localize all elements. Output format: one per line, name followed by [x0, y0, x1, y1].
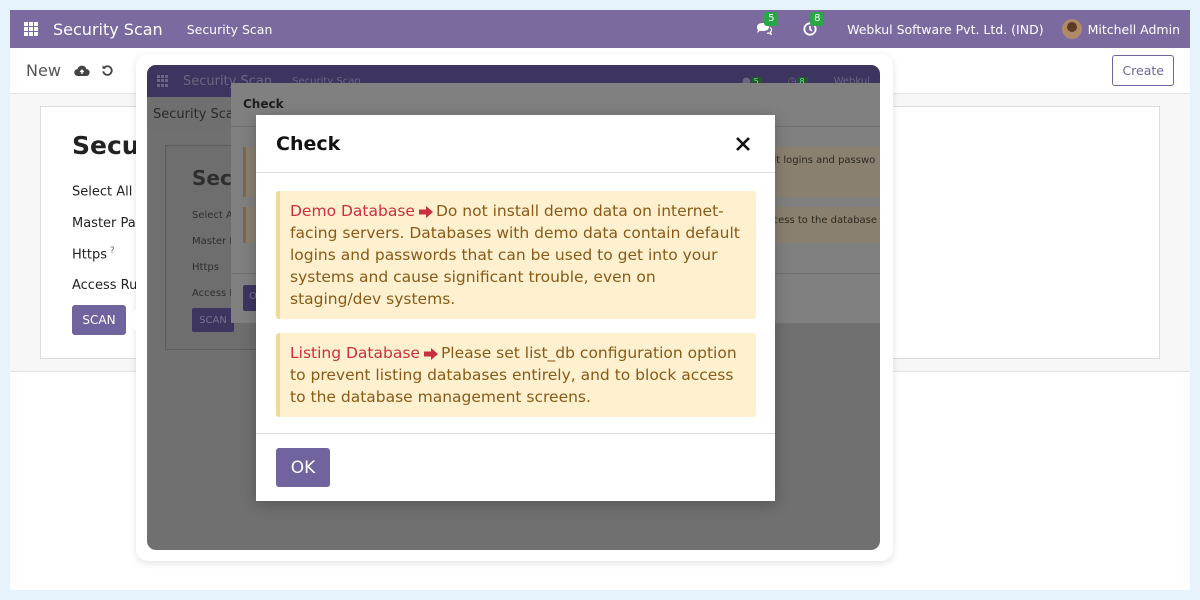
breadcrumb: New	[26, 61, 61, 80]
zoom-field-label: Master I	[192, 236, 233, 247]
field-label-select-all: Select All ?	[72, 183, 140, 199]
apps-grid-icon	[157, 75, 169, 87]
save-cloud-icon[interactable]	[73, 62, 91, 80]
zoom-field-label: Select A	[192, 210, 233, 221]
zoom-scan-button: SCAN	[192, 308, 234, 332]
messages-button[interactable]: 5	[755, 12, 779, 38]
alert-title: Listing Database	[290, 344, 420, 362]
messages-badge: 5	[764, 12, 779, 26]
close-button[interactable]	[731, 132, 755, 156]
user-avatar[interactable]	[1061, 19, 1082, 39]
user-menu[interactable]: Mitchell Admin	[1088, 22, 1180, 37]
scan-button[interactable]: SCAN	[72, 305, 126, 335]
create-button[interactable]: Create	[1112, 55, 1174, 86]
discard-undo-icon[interactable]	[99, 62, 117, 80]
ok-button[interactable]: OK	[276, 448, 330, 487]
zoom-field-label: Https	[192, 262, 219, 273]
nav-menu-security-scan[interactable]: Security Scan	[187, 22, 273, 37]
field-label-master-password: Master Pas	[72, 216, 143, 231]
check-dialog: Check Demo Database Do not install demo d…	[256, 115, 775, 501]
close-icon	[736, 136, 750, 151]
alert-demo-database: Demo Database Do not install demo data on…	[276, 191, 756, 319]
alert-listing-database: Listing Database Please set list_db confi…	[276, 333, 756, 417]
activities-button[interactable]: 8	[801, 12, 825, 38]
field-label-https: Https ?	[72, 246, 115, 263]
navbar-systray: 5 8 Webkul Software Pvt. Ltd. (IND) Mitc…	[755, 12, 1180, 39]
company-switcher[interactable]: Webkul Software Pvt. Ltd. (IND)	[847, 22, 1044, 37]
zoom-field-label: Access F	[192, 288, 236, 299]
dialog-header: Check	[256, 115, 775, 173]
dialog-title: Check	[276, 132, 341, 155]
top-navbar: Security Scan Security Scan 5 8 Webkul S…	[10, 10, 1190, 48]
apps-grid-icon[interactable]	[24, 22, 38, 36]
help-icon[interactable]: ?	[107, 246, 115, 256]
arrow-right-icon	[418, 206, 433, 218]
arrow-right-icon	[423, 348, 438, 360]
app-name[interactable]: Security Scan	[53, 20, 163, 39]
activities-badge: 8	[810, 12, 825, 26]
alert-title: Demo Database	[290, 202, 415, 220]
dialog-footer-divider	[256, 433, 775, 434]
